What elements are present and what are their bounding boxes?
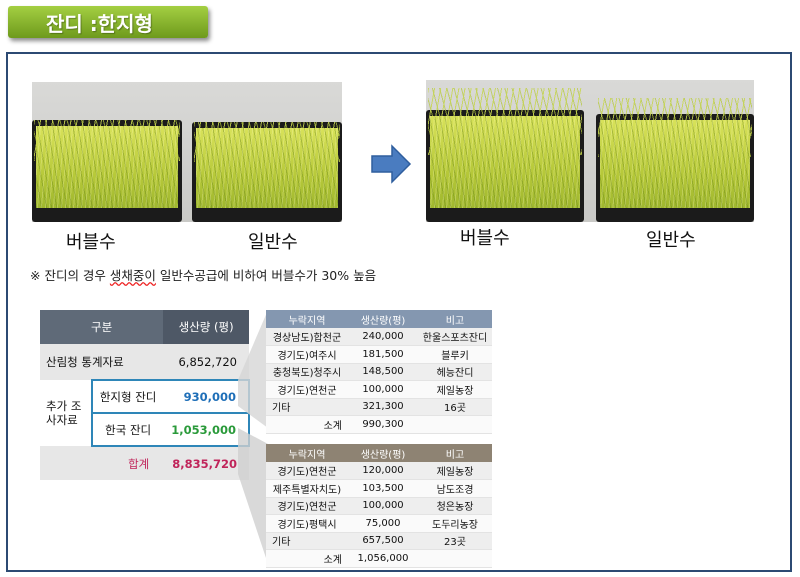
cell-region: 경기도)연천군 bbox=[266, 497, 348, 515]
table-row: 제주특별자치도) 103,500 남도조경 bbox=[266, 479, 492, 498]
cell-remark: 제일농장 bbox=[418, 380, 492, 399]
cell-region: 경기도)연천군 bbox=[266, 380, 348, 399]
cell-remark: 23곳 bbox=[418, 532, 492, 550]
subtotal-value: 990,300 bbox=[348, 415, 418, 434]
page-title: 잔디 :한지형 bbox=[8, 6, 208, 38]
cell-region: 경기도)연천군 bbox=[266, 462, 348, 480]
cell-production: 120,000 bbox=[348, 462, 418, 480]
photo-after bbox=[426, 80, 754, 222]
cell-remark: 청은농장 bbox=[418, 497, 492, 515]
detail-table-top: 누락지역 생산량(평) 비고 경상남도)합천군 240,000 한울스포츠잔디 … bbox=[266, 310, 492, 434]
row-cool-label: 한지형 잔디 bbox=[90, 379, 164, 413]
total-value: 8,835,720 bbox=[172, 456, 237, 471]
table-row: 충청북도)청주시 148,500 헤능잔디 bbox=[266, 363, 492, 381]
cell-production: 100,000 bbox=[348, 497, 418, 515]
bottom-header-remark: 비고 bbox=[445, 449, 465, 461]
header-category: 구분 bbox=[91, 320, 113, 334]
note-text: ※ 잔디의 경우 생채중이 일반수공급에 비하여 버블수가 30% 높음 bbox=[30, 265, 376, 284]
cell-remark: 제일농장 bbox=[418, 462, 492, 480]
cell-region: 기타 bbox=[266, 532, 348, 550]
cell-region: 충청북도)청주시 bbox=[266, 363, 348, 381]
cell-remark: 블루키 bbox=[418, 345, 492, 364]
bottom-header-production: 생산량(평) bbox=[360, 449, 406, 461]
top-header-production: 생산량(평) bbox=[360, 315, 406, 327]
top-header-region: 누락지역 bbox=[288, 315, 326, 327]
detail-table-bottom: 누락지역 생산량(평) 비고 경기도)연천군 120,000 제일농장 제주특별… bbox=[266, 444, 492, 568]
table-row: 경기도)연천군 100,000 청은농장 bbox=[266, 497, 492, 515]
bottom-header-region: 누락지역 bbox=[288, 449, 326, 461]
row-korean-label: 한국 잔디 bbox=[90, 412, 164, 447]
content-frame: 버블수 일반수 버블수 일반수 ※ 잔디의 경우 생채중이 일반수공급에 비하여… bbox=[6, 52, 792, 572]
total-label: 합계 bbox=[128, 456, 150, 471]
cell-production: 103,500 bbox=[348, 479, 418, 498]
group-label: 추가 조사자료 bbox=[40, 380, 92, 446]
caption-bubble-left: 버블수 bbox=[66, 232, 116, 253]
cell-production: 240,000 bbox=[348, 328, 418, 346]
caption-bubble-right: 버블수 bbox=[460, 228, 510, 249]
subtotal-row: 소계 990,300 bbox=[266, 415, 492, 434]
summary-table: 구분 생산량 (평) 산림청 통계자료 6,852,720 추가 조사자료 한지… bbox=[40, 310, 250, 480]
table-row: 경기도)연천군 120,000 제일농장 bbox=[266, 462, 492, 480]
row-forest-label: 산림청 통계자료 bbox=[46, 354, 124, 369]
photo-before bbox=[32, 82, 342, 222]
cell-production: 75,000 bbox=[348, 514, 418, 533]
cell-production: 148,500 bbox=[348, 363, 418, 381]
cell-remark: 헤능잔디 bbox=[418, 363, 492, 381]
subtotal-value: 1,056,000 bbox=[348, 549, 418, 568]
note-prefix: ※ 잔디의 경우 bbox=[30, 268, 110, 283]
cell-remark: 16곳 bbox=[418, 398, 492, 416]
cell-remark: 한울스포츠잔디 bbox=[418, 328, 492, 346]
cell-region: 경기도)평택시 bbox=[266, 514, 348, 533]
cell-remark: 남도조경 bbox=[418, 479, 492, 498]
cell-region: 경상남도)합천군 bbox=[266, 328, 348, 346]
cell-region: 제주특별자치도) bbox=[266, 479, 348, 498]
connector-top bbox=[238, 310, 268, 428]
row-forest-value: 6,852,720 bbox=[178, 354, 237, 369]
table-row: 경기도)여주시 181,500 블루키 bbox=[266, 345, 492, 364]
table-row: 기타 321,300 16곳 bbox=[266, 398, 492, 416]
arrow-right-icon bbox=[371, 144, 412, 184]
cell-production: 100,000 bbox=[348, 380, 418, 399]
cell-remark: 도두리농장 bbox=[418, 514, 492, 533]
table-row: 경상남도)합천군 240,000 한울스포츠잔디 bbox=[266, 328, 492, 346]
note-suffix: 일반수공급에 비하여 버블수가 30% 높음 bbox=[155, 268, 377, 283]
table-row: 경기도)평택시 75,000 도두리농장 bbox=[266, 514, 492, 533]
subtotal-label: 소계 bbox=[266, 549, 348, 568]
header-production: 생산량 (평) bbox=[163, 310, 249, 344]
table-row: 경기도)연천군 100,000 제일농장 bbox=[266, 380, 492, 399]
table-row: 기타 657,500 23곳 bbox=[266, 532, 492, 550]
cell-production: 321,300 bbox=[348, 398, 418, 416]
row-cool-value: 930,000 bbox=[163, 379, 250, 413]
cell-region: 경기도)여주시 bbox=[266, 345, 348, 364]
subtotal-label: 소계 bbox=[266, 415, 348, 434]
cell-production: 657,500 bbox=[348, 532, 418, 550]
row-korean-value: 1,053,000 bbox=[163, 412, 250, 447]
note-misspelled-word: 생채중이 bbox=[109, 268, 156, 283]
top-header-remark: 비고 bbox=[445, 315, 465, 327]
cell-production: 181,500 bbox=[348, 345, 418, 364]
connector-bottom bbox=[238, 428, 268, 564]
cell-region: 기타 bbox=[266, 398, 348, 416]
caption-normal-left: 일반수 bbox=[248, 232, 298, 253]
caption-normal-right: 일반수 bbox=[646, 230, 696, 251]
subtotal-row: 소계 1,056,000 bbox=[266, 549, 492, 568]
